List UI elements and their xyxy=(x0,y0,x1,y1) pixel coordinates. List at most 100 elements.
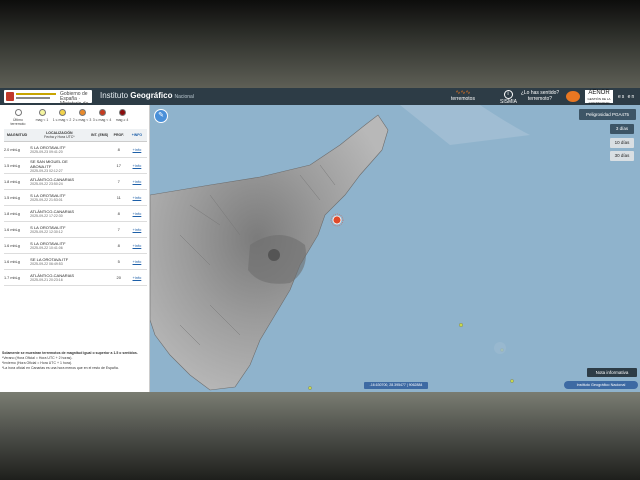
cell-location: ATLÁNTICO-CANARIAS 2025-09-22 17:22:30 xyxy=(30,205,89,222)
aenor-label: AENOR xyxy=(588,90,610,96)
table-row[interactable]: 1.8 mbLg ATLÁNTICO-CANARIAS 2025-09-22 23:… xyxy=(4,173,147,190)
legend-item: 3 ≤ mag < 4 xyxy=(91,109,113,122)
latest-earthquake-marker[interactable] xyxy=(332,215,342,225)
legend-dot-icon xyxy=(98,109,106,116)
cell-magnitude: 1.6 mbLg xyxy=(4,221,31,238)
cell-more-info-link[interactable]: +info xyxy=(126,157,147,174)
cell-depth: 8 xyxy=(110,205,127,222)
cell-magnitude: 1.5 mbLg xyxy=(4,157,31,174)
cell-intensity xyxy=(88,205,111,222)
legend-label: 1 ≤ mag < 2 xyxy=(52,118,72,122)
earthquake-marker[interactable] xyxy=(308,386,312,390)
info-link[interactable]: i SISMIA xyxy=(500,90,517,105)
cell-intensity xyxy=(88,221,111,238)
cell-location: S LA OROTAVA.ITF 2025-09-22 12:30:12 xyxy=(30,221,89,238)
cell-depth: 7 xyxy=(110,173,127,190)
location-date: 2025-09-23 02:12:27 xyxy=(30,168,63,173)
cell-intensity xyxy=(88,237,111,254)
legend-item: mag ≥ 4 xyxy=(111,109,133,122)
header-location[interactable]: LOCALIZACIÓN Fecha y Hora UTC* xyxy=(30,129,89,142)
cell-magnitude: 2.0 mbLg xyxy=(4,141,31,158)
earthquake-marker[interactable] xyxy=(510,379,514,383)
table-row[interactable]: 1.6 mbLg SE LA OROTAVA.ITF 2025-09-22 06:4… xyxy=(4,253,147,270)
table-row[interactable]: 2.0 mbLg S LA OROTAVA.ITF 2025-09-23 09:41… xyxy=(4,141,147,158)
legend-item: Último terremoto xyxy=(7,109,29,126)
aenor-badge: AENOR GESTIÓN DE LA CONTINUIDAD xyxy=(585,90,613,105)
pga-hazard-button[interactable]: Peligrosidad PGA475 xyxy=(579,109,636,120)
table-row[interactable]: 1.7 mbLg ATLÁNTICO-CANARIAS 2025-09-21 20:… xyxy=(4,269,147,286)
table-row[interactable]: 1.5 mbLg SE SAN MIGUEL DE ABONA.ITF 2025-0… xyxy=(4,157,147,174)
cell-more-info-link[interactable]: +info xyxy=(126,205,147,222)
cell-magnitude: 1.8 mbLg xyxy=(4,173,31,190)
earthquake-marker[interactable] xyxy=(459,323,463,327)
location-name: SE SAN MIGUEL DE ABONA.ITF xyxy=(30,158,68,169)
legend-label: 3 ≤ mag < 4 xyxy=(92,118,112,122)
cell-depth: 17 xyxy=(110,157,127,174)
table-row[interactable]: 1.6 mbLg S LA OROTAVA.ITF 2025-09-22 10:41… xyxy=(4,237,147,254)
cell-intensity xyxy=(88,173,111,190)
sentido-label: ¿Lo has sentido? terremoto? xyxy=(520,90,560,102)
table-row[interactable]: 1.6 mbLg S LA OROTAVA.ITF 2025-09-22 12:30… xyxy=(4,221,147,238)
filter-10-days-button[interactable]: 10 días xyxy=(610,138,634,148)
cell-depth: 11 xyxy=(110,189,127,206)
cell-depth: 8 xyxy=(110,141,127,158)
cell-more-info-link[interactable]: +info xyxy=(126,141,147,158)
cell-depth: 5 xyxy=(110,253,127,270)
cell-location: ATLÁNTICO-CANARIAS 2025-09-22 23:50:24 xyxy=(30,173,89,190)
magnitude-legend: Último terremoto mag < 11 ≤ mag < 22 ≤ ma… xyxy=(0,107,149,129)
earthquake-sidebar: Último terremoto mag < 11 ≤ mag < 22 ≤ ma… xyxy=(0,105,150,392)
ign-title[interactable]: Instituto Geográfico Nacional xyxy=(100,91,194,100)
government-logo: Gobierno de España · Ministerio de Trans… xyxy=(4,90,92,112)
map-canvas[interactable] xyxy=(150,105,640,392)
cell-more-info-link[interactable]: +info xyxy=(126,189,147,206)
ign-attribution-link[interactable]: Instituto Geográfico Nacional xyxy=(564,381,638,389)
cell-magnitude: 1.6 mbLg xyxy=(4,253,31,270)
table-row[interactable]: 1.8 mbLg ATLÁNTICO-CANARIAS 2025-09-22 17:… xyxy=(4,205,147,222)
cell-more-info-link[interactable]: +info xyxy=(126,269,147,286)
video-frame-top xyxy=(0,0,640,88)
legend-item: mag < 1 xyxy=(31,109,53,122)
gov-stripe xyxy=(16,93,56,95)
nota-informativa-button[interactable]: Nota informativa xyxy=(587,368,637,377)
legend-label: Último terremoto xyxy=(10,118,26,126)
header-magnitude[interactable]: MAGNITUD xyxy=(4,129,31,142)
filter-30-days-button[interactable]: 30 días xyxy=(610,151,634,161)
note-line-4: *La hora oficial en Canarias es una hora… xyxy=(2,366,119,370)
language-switch[interactable]: es en xyxy=(618,94,635,100)
location-date: 2025-09-22 17:22:30 xyxy=(30,214,63,218)
cell-more-info-link[interactable]: +info xyxy=(126,173,147,190)
legend-dot-icon xyxy=(38,109,46,116)
legend-label: mag ≥ 4 xyxy=(115,118,129,122)
filter-3-days-button[interactable]: 3 días xyxy=(610,124,634,134)
location-date: 2025-09-21 20:23:16 xyxy=(30,278,63,282)
cell-more-info-link[interactable]: +info xyxy=(126,253,147,270)
cell-depth: 8 xyxy=(110,237,127,254)
edit-pencil-icon[interactable]: ✎ xyxy=(154,109,168,123)
lo-has-sentido-link[interactable]: ¿Lo has sentido? terremoto? xyxy=(518,90,562,103)
spain-shield-icon xyxy=(6,92,14,101)
title-prefix: Instituto xyxy=(100,91,131,100)
cell-depth: 20 xyxy=(110,269,127,286)
cell-intensity xyxy=(88,189,111,206)
header-depth[interactable]: PROF. xyxy=(110,129,127,142)
coordinates-readout: -16.630700, 28.395477 | 9062884 xyxy=(364,382,428,389)
table-body: 2.0 mbLg S LA OROTAVA.ITF 2025-09-23 09:41… xyxy=(4,141,147,286)
header-location-sub: Fecha y Hora UTC* xyxy=(44,135,75,139)
notes: Solamente se muestran terremotos de magn… xyxy=(2,351,147,371)
map-view[interactable]: ✎ Peligrosidad PGA475 3 días 10 días 30 … xyxy=(150,105,640,392)
header-intensity[interactable]: INT. (EMS) xyxy=(88,129,111,142)
cell-more-info-link[interactable]: +info xyxy=(126,221,147,238)
legend-dot-icon xyxy=(14,109,22,116)
table-row[interactable]: 1.5 mbLg S LA OROTAVA.ITF 2025-09-22 21:53… xyxy=(4,189,147,206)
terremotos-app-link[interactable]: ∿∿∿ terremotos xyxy=(436,90,490,103)
cell-depth: 7 xyxy=(110,221,127,238)
info-icon: i xyxy=(503,90,513,99)
orange-badge-icon[interactable] xyxy=(566,91,580,102)
cell-more-info-link[interactable]: +info xyxy=(126,237,147,254)
location-date: 2025-09-22 06:49:53 xyxy=(30,262,63,266)
cell-intensity xyxy=(88,157,111,174)
cell-location: S LA OROTAVA.ITF 2025-09-22 21:53:01 xyxy=(30,189,89,206)
cell-magnitude: 1.5 mbLg xyxy=(4,189,31,206)
gov-stripe-2 xyxy=(16,97,50,99)
terremotos-label: terremotos xyxy=(451,96,475,102)
